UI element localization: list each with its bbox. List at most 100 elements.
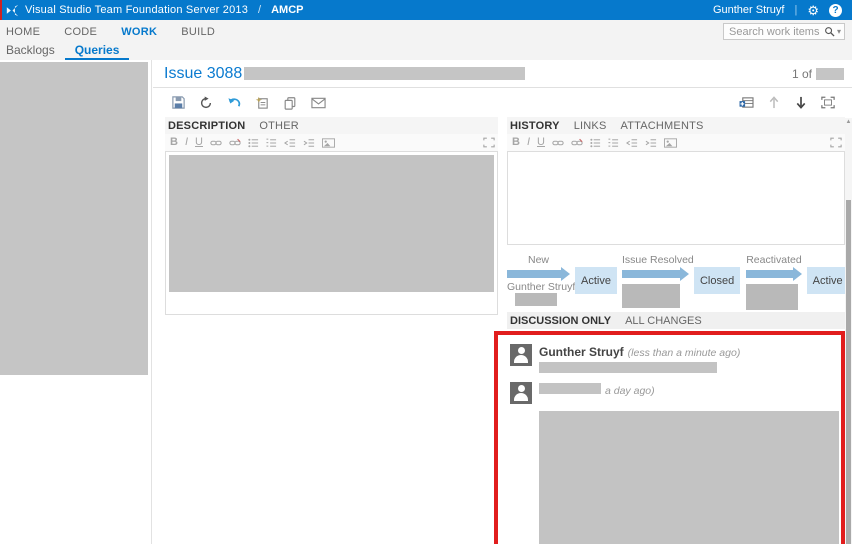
link-icon: [552, 140, 564, 145]
tab-other[interactable]: OTHER: [259, 120, 299, 132]
save-button[interactable]: [164, 93, 192, 113]
insert-image-button[interactable]: [321, 137, 335, 148]
history-maximize-button[interactable]: [830, 137, 842, 148]
copy-icon: [284, 96, 296, 110]
maximize-icon: [483, 137, 495, 148]
insert-link-button[interactable]: [210, 138, 222, 148]
save-icon: [171, 96, 185, 109]
new-work-item-icon: [255, 96, 268, 109]
transition-resolved: Issue Resolved: [621, 254, 694, 308]
discussion-redacted-body: [539, 411, 839, 544]
discussion-author-redacted: [539, 383, 601, 394]
tab-history[interactable]: HISTORY: [510, 120, 560, 132]
italic-button[interactable]: I: [185, 137, 188, 148]
outdent-button[interactable]: [283, 138, 296, 148]
numbered-list-button[interactable]: [266, 138, 277, 148]
tab-description[interactable]: DESCRIPTION: [168, 120, 245, 132]
workitem-form: Issue 3088 1 of DESCRIPTION OTHER B I U …: [153, 60, 852, 544]
vertical-scrollbar[interactable]: ▲: [845, 118, 852, 544]
discussion-timestamp: (less than a minute ago): [627, 347, 741, 359]
bullet-list-icon: [590, 138, 601, 147]
tfs-window: Visual Studio Team Foundation Server 201…: [0, 0, 852, 544]
unlink-icon: [571, 138, 583, 145]
image-icon: [321, 137, 335, 148]
sidebar-redacted-placeholder: [0, 62, 148, 375]
indent-button[interactable]: [303, 138, 315, 148]
scrollbar-up-icon[interactable]: ▲: [845, 119, 852, 125]
discussion-tabs: DISCUSSION ONLY ALL CHANGES: [507, 312, 845, 329]
numbered-list-icon: [608, 138, 619, 147]
scrollbar-thumb[interactable]: [846, 200, 851, 544]
maximize-icon: [820, 96, 835, 109]
bullet-list-button[interactable]: [590, 138, 601, 148]
subnav-item-queries[interactable]: Queries: [64, 43, 130, 61]
insert-link-button[interactable]: [552, 138, 564, 148]
description-editor[interactable]: [165, 151, 498, 315]
description-maximize-button[interactable]: [483, 137, 495, 148]
discussion-author[interactable]: Gunther Struyf: [539, 345, 624, 359]
transition-label: Issue Resolved: [621, 254, 694, 266]
link-icon: [210, 140, 222, 145]
outdent-button[interactable]: [625, 138, 638, 148]
bullet-list-button[interactable]: [248, 138, 259, 148]
new-work-item-button[interactable]: [248, 93, 276, 113]
search-dropdown-icon[interactable]: ▾: [837, 27, 841, 36]
history-comment-editor[interactable]: [507, 151, 845, 245]
breadcrumb-project[interactable]: AMCP: [271, 4, 303, 16]
workitem-title-row: Issue 3088 1 of: [153, 60, 852, 88]
transition-label: Reactivated: [746, 254, 802, 266]
bold-button[interactable]: B: [512, 137, 520, 148]
transition-redacted: [621, 284, 680, 308]
copy-button[interactable]: [276, 93, 304, 113]
remove-link-button[interactable]: [571, 138, 583, 148]
tab-attachments[interactable]: ATTACHMENTS: [620, 120, 703, 132]
tab-all-changes[interactable]: ALL CHANGES: [625, 315, 702, 327]
transition-arrow: [621, 267, 689, 281]
add-to-query-button[interactable]: [733, 93, 760, 113]
nav-item-home[interactable]: HOME: [0, 26, 52, 38]
insert-image-button[interactable]: [663, 137, 677, 148]
avatar[interactable]: [510, 344, 532, 366]
search-input[interactable]: Search work items ▾: [723, 23, 845, 40]
nav-item-build[interactable]: BUILD: [169, 26, 227, 38]
pager-label: 1 of: [791, 66, 812, 81]
maximize-button[interactable]: [814, 93, 841, 113]
search-placeholder: Search work items: [729, 25, 820, 38]
pager-redacted: [816, 67, 844, 80]
avatar[interactable]: [510, 382, 532, 404]
content-area: Issue 3088 1 of DESCRIPTION OTHER B I U …: [0, 60, 852, 544]
numbered-list-icon: [266, 138, 277, 147]
underline-button[interactable]: U: [537, 137, 545, 148]
outdent-icon: [625, 138, 638, 147]
refresh-button[interactable]: [192, 93, 220, 113]
work-subnav: Backlogs Queries: [0, 43, 852, 61]
italic-button[interactable]: I: [527, 137, 530, 148]
bold-button[interactable]: B: [170, 137, 178, 148]
workitem-title[interactable]: Issue 3088: [164, 65, 242, 83]
indent-button[interactable]: [645, 138, 657, 148]
numbered-list-button[interactable]: [608, 138, 619, 148]
nav-item-code[interactable]: CODE: [52, 26, 109, 38]
remove-link-button[interactable]: [229, 138, 241, 148]
underline-button[interactable]: U: [195, 137, 203, 148]
previous-item-button[interactable]: [760, 93, 787, 113]
queries-sidebar: [0, 60, 152, 544]
history-panel: HISTORY LINKS ATTACHMENTS B I U New Gunt…: [507, 117, 849, 310]
arrow-up-icon: [769, 96, 778, 109]
help-icon[interactable]: ?: [829, 3, 842, 17]
tab-discussion-only[interactable]: DISCUSSION ONLY: [510, 315, 611, 327]
search-icon[interactable]: [824, 26, 835, 37]
gear-icon[interactable]: ⚙: [807, 4, 819, 17]
topbar-divider: |: [794, 4, 798, 16]
next-item-button[interactable]: [787, 93, 814, 113]
subnav-item-backlogs[interactable]: Backlogs: [0, 43, 65, 57]
user-menu[interactable]: Gunther Struyf: [713, 4, 785, 16]
description-editor-toolbar: B I U: [165, 134, 498, 151]
email-button[interactable]: [304, 93, 332, 113]
undo-button[interactable]: [220, 93, 248, 113]
state-flow-diagram: New Gunther Struyf Active Issue Resolved…: [507, 254, 849, 310]
left-edge-red-marker: [0, 0, 2, 20]
tab-links[interactable]: LINKS: [574, 120, 607, 132]
indent-icon: [645, 138, 657, 147]
nav-item-work[interactable]: WORK: [109, 26, 169, 38]
